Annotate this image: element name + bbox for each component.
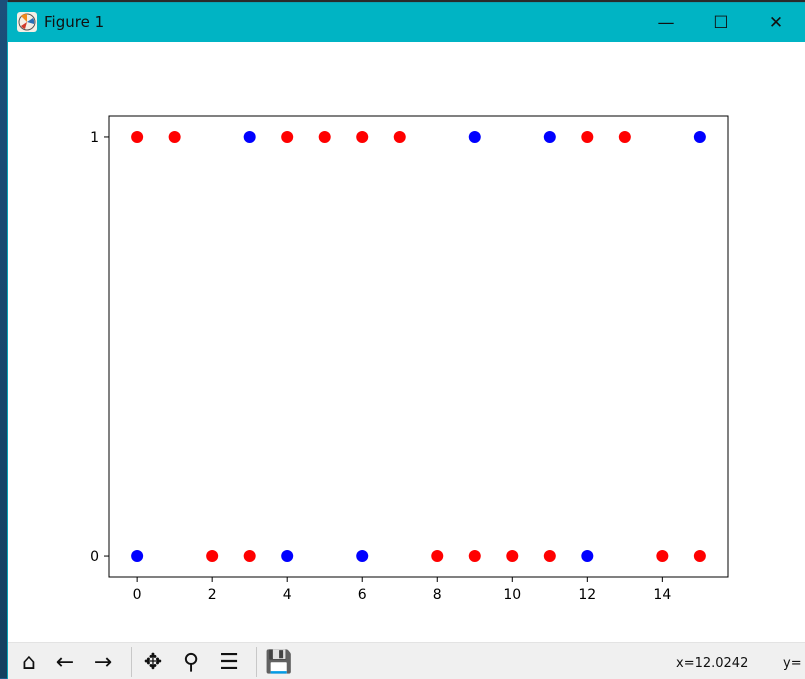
toolbar-separator (256, 647, 257, 677)
x-tick-label: 0 (133, 587, 142, 603)
desktop-background (0, 0, 8, 678)
scatter-point-red (356, 130, 369, 143)
scatter-point-red (693, 550, 706, 563)
scatter-chart[interactable]: 0 2 4 6 8 10 12 14 01 (8, 42, 805, 642)
forward-arrow-icon: → (93, 649, 113, 675)
scatter-point-red (318, 130, 331, 143)
scatter-point-red (206, 550, 219, 563)
close-button[interactable]: ✕ (748, 3, 804, 42)
scatter-point-red (393, 130, 406, 143)
home-icon: ⌂ (22, 649, 36, 675)
zoom-icon: ⚲ (182, 649, 200, 675)
scatter-point-red (168, 130, 181, 143)
scatter-point-blue (543, 130, 556, 143)
y-tick-label: 1 (90, 130, 99, 146)
configure-subplots-icon: ☰ (219, 649, 239, 675)
scatter-point-red (581, 130, 594, 143)
scatter-point-red (468, 550, 481, 563)
x-tick-label: 14 (653, 587, 671, 603)
scatter-points (131, 130, 706, 563)
scatter-point-red (131, 130, 144, 143)
forward-button[interactable]: → (88, 646, 118, 678)
x-tick-label: 4 (283, 587, 292, 603)
x-axis: 0 2 4 6 8 10 12 14 (133, 577, 671, 603)
scatter-point-blue (581, 550, 594, 563)
scatter-point-red (431, 550, 444, 563)
scatter-point-red (281, 130, 294, 143)
scatter-point-blue (131, 550, 144, 563)
minimize-button[interactable]: — (638, 3, 694, 42)
x-tick-label: 6 (358, 587, 367, 603)
scatter-point-blue (243, 130, 256, 143)
close-icon: ✕ (768, 12, 784, 33)
minimize-icon: — (657, 12, 675, 33)
x-tick-label: 12 (578, 587, 596, 603)
zoom-button[interactable]: ⚲ (176, 646, 206, 678)
maximize-icon: ☐ (713, 12, 729, 33)
cursor-x-readout: x=12.0242 (676, 656, 749, 671)
configure-subplots-button[interactable]: ☰ (214, 646, 244, 678)
back-arrow-icon: ← (55, 649, 75, 675)
scatter-point-blue (281, 550, 294, 563)
scatter-point-red (656, 550, 669, 563)
scatter-point-blue (693, 130, 706, 143)
back-button[interactable]: ← (50, 646, 80, 678)
maximize-button[interactable]: ☐ (693, 3, 749, 42)
x-tick-label: 10 (503, 587, 521, 603)
pan-icon: ✥ (143, 649, 163, 675)
x-tick-label: 8 (433, 587, 442, 603)
window-title: Figure 1 (44, 13, 105, 31)
save-button[interactable]: 💾 (264, 646, 294, 678)
scatter-point-red (243, 550, 256, 563)
figure-window: Figure 1 — ☐ ✕ 0 2 4 6 8 10 12 14 01 ⌂ ← → ✥ (8, 3, 805, 679)
scatter-point-red (618, 130, 631, 143)
x-tick-label: 2 (208, 587, 217, 603)
figure-canvas[interactable]: 0 2 4 6 8 10 12 14 01 (8, 42, 805, 642)
save-icon: 💾 (265, 649, 293, 675)
scatter-point-blue (356, 550, 369, 563)
cursor-y-readout: y= (783, 656, 802, 671)
pan-button[interactable]: ✥ (138, 646, 168, 678)
toolbar-separator (131, 647, 132, 677)
scatter-point-red (506, 550, 519, 563)
axes-frame (108, 115, 729, 578)
title-bar[interactable]: Figure 1 — ☐ ✕ (8, 3, 805, 42)
y-tick-label: 0 (90, 549, 99, 565)
navigation-toolbar: ⌂ ← → ✥ ⚲ ☰ 💾 x=12.0242 y= (8, 642, 805, 679)
matplotlib-figure-icon (17, 12, 37, 32)
y-axis: 01 (90, 130, 109, 565)
home-button[interactable]: ⌂ (14, 646, 44, 678)
scatter-point-red (543, 550, 556, 563)
scatter-point-blue (468, 130, 481, 143)
